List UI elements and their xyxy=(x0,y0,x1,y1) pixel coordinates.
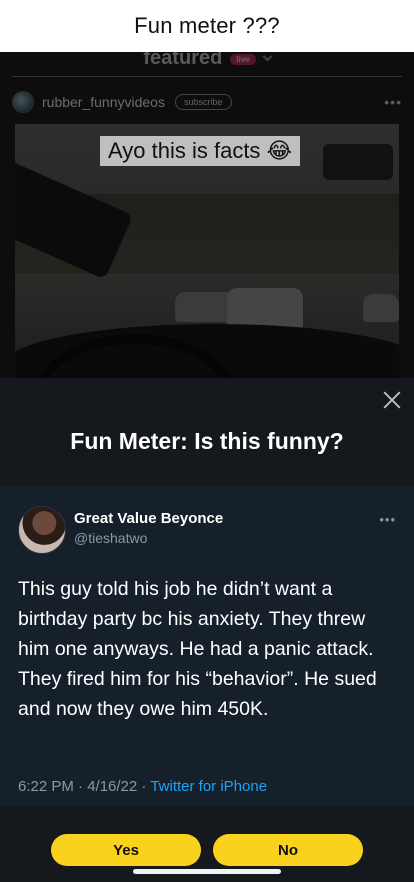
top-caption: Fun meter ??? xyxy=(0,0,414,52)
no-button[interactable]: No xyxy=(213,834,363,866)
avatar xyxy=(18,506,66,554)
more-icon: ••• xyxy=(384,94,402,110)
home-indicator xyxy=(133,869,281,874)
background-app: featured live rubber_funnyvideos subscri… xyxy=(0,52,414,378)
featured-label: featured xyxy=(143,52,223,69)
tweet-timestamp: 6:22 PM · 4/16/22 · xyxy=(18,778,151,795)
live-badge: live xyxy=(230,53,256,65)
video-caption: Ayo this is facts 😂 xyxy=(100,136,301,166)
tweet-source: Twitter for iPhone xyxy=(150,778,268,795)
divider xyxy=(12,76,402,77)
fun-meter-modal: Fun Meter: Is this funny? Great Value Be… xyxy=(0,378,414,882)
car-shape xyxy=(363,294,399,322)
post-username: rubber_funnyvideos xyxy=(42,94,165,110)
video-thumbnail: Ayo this is facts 😂 xyxy=(15,124,399,378)
close-icon[interactable] xyxy=(380,388,404,412)
subscribe-button: subscribe xyxy=(174,94,232,110)
caption-text: Fun meter ??? xyxy=(134,13,280,38)
avatar xyxy=(12,91,34,113)
tweet-handle: @tieshatwo xyxy=(74,530,148,546)
yes-button[interactable]: Yes xyxy=(51,834,201,866)
post-header: rubber_funnyvideos subscribe ••• xyxy=(12,90,402,114)
tweet-text: This guy told his job he didn’t want a b… xyxy=(18,578,377,720)
modal-title: Fun Meter: Is this funny? xyxy=(70,428,344,454)
tweet-card: Great Value Beyonce @tieshatwo ••• This … xyxy=(0,486,414,806)
more-icon: ••• xyxy=(379,512,396,527)
rearview-mirror xyxy=(323,144,393,180)
tweet-meta: 6:22 PM · 4/16/22 · Twitter for iPhone xyxy=(18,778,267,795)
chevron-down-icon xyxy=(262,52,273,61)
tweet-display-name: Great Value Beyonce xyxy=(74,510,224,527)
featured-header: featured live xyxy=(0,52,414,76)
